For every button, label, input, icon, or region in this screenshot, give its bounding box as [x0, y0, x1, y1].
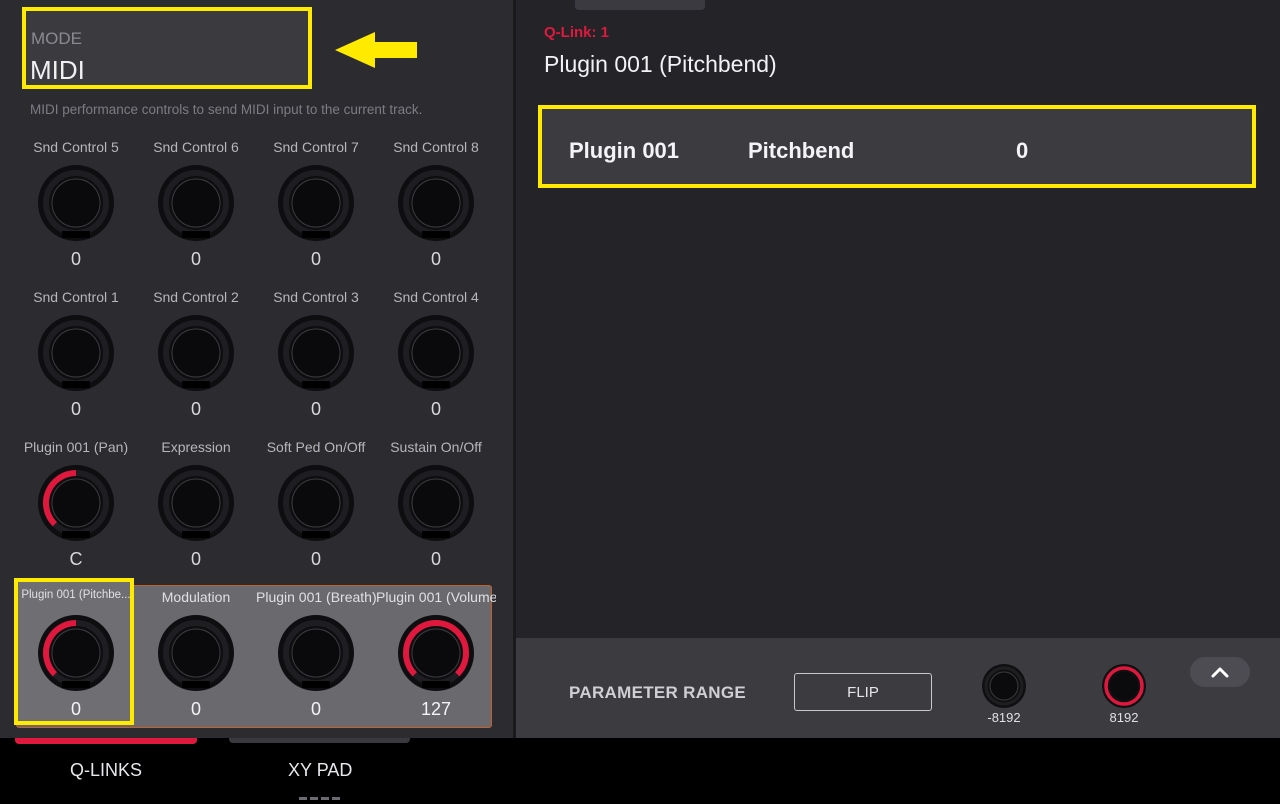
knob-value: C	[69, 549, 83, 569]
knob-dial[interactable]	[396, 613, 476, 693]
knob-5[interactable]: Snd Control 1 0	[16, 289, 136, 439]
knob-3[interactable]: Snd Control 7 0	[256, 139, 376, 289]
knob-6[interactable]: Snd Control 2 0	[136, 289, 256, 439]
knob-value: 0	[310, 699, 321, 719]
knob-dial[interactable]	[276, 163, 356, 243]
flip-button[interactable]: FLIP	[794, 673, 932, 711]
qlink-title: Plugin 001 (Pitchbend)	[544, 51, 777, 77]
qlink-number: Q-Link: 1	[544, 24, 610, 41]
knob-dial[interactable]	[396, 463, 476, 543]
chevron-up-icon	[1211, 667, 1229, 678]
knob-dial[interactable]	[36, 313, 116, 393]
knob-label: Snd Control 8	[393, 139, 479, 155]
knob-dial[interactable]	[156, 463, 236, 543]
knob-value: 0	[310, 249, 321, 269]
knob-label: Expression	[161, 439, 231, 455]
knob-value: 0	[70, 699, 81, 719]
knob-value: 0	[190, 549, 201, 569]
knob-15[interactable]: Plugin 001 (Breath) 0	[256, 589, 376, 739]
arrow-left-icon	[335, 32, 417, 68]
knob-value: 0	[70, 399, 81, 419]
knob-value: 0	[430, 549, 441, 569]
knob-label: Sustain On/Off	[390, 439, 482, 455]
knob-4[interactable]: Snd Control 8 0	[376, 139, 496, 289]
knob-dial[interactable]	[36, 163, 116, 243]
range-min-knob[interactable]	[980, 662, 1028, 710]
knob-dial[interactable]	[156, 313, 236, 393]
knob-dial[interactable]	[396, 313, 476, 393]
knob-value: 127	[420, 699, 452, 719]
knob-9[interactable]: Plugin 001 (Pan) C	[16, 439, 136, 589]
knob-dial[interactable]	[36, 613, 116, 693]
knob-label: Modulation	[161, 589, 231, 605]
knob-7[interactable]: Snd Control 3 0	[256, 289, 376, 439]
knob-label: Snd Control 5	[33, 139, 119, 155]
knob-value: 0	[430, 249, 441, 269]
knob-dial[interactable]	[36, 463, 116, 543]
knob-16[interactable]: Plugin 001 (Volume) 127	[376, 589, 496, 739]
knob-12[interactable]: Sustain On/Off 0	[376, 439, 496, 589]
tab-xy-pad[interactable]: XY PAD	[288, 760, 352, 781]
knob-2[interactable]: Snd Control 6 0	[136, 139, 256, 289]
knob-label: Snd Control 1	[33, 289, 119, 305]
knob-14[interactable]: Modulation 0	[136, 589, 256, 739]
knob-label: Plugin 001 (Volume)	[376, 589, 496, 605]
knob-value: 0	[310, 399, 321, 419]
knob-10[interactable]: Expression 0	[136, 439, 256, 589]
tab-qlinks[interactable]: Q-LINKS	[70, 760, 142, 781]
knob-label: Soft Ped On/Off	[266, 439, 366, 455]
knob-value: 0	[190, 699, 201, 719]
panel-divider	[513, 0, 516, 738]
knob-label: Snd Control 2	[153, 289, 239, 305]
knob-dial[interactable]	[276, 613, 356, 693]
tab-qlinks-indicator	[15, 738, 197, 744]
knob-label: Snd Control 7	[273, 139, 359, 155]
knob-value: 0	[190, 399, 201, 419]
knob-dial[interactable]	[156, 613, 236, 693]
parameter-range-label: PARAMETER RANGE	[569, 683, 747, 702]
mode-label: MODE	[31, 29, 82, 48]
top-tab-handle[interactable]	[575, 0, 705, 10]
range-max-value: 8192	[1109, 710, 1139, 725]
knob-dial[interactable]	[276, 313, 356, 393]
knob-dial[interactable]	[276, 463, 356, 543]
collapse-button[interactable]	[1190, 657, 1250, 687]
mode-description: MIDI performance controls to send MIDI i…	[30, 102, 423, 117]
knob-value: 0	[430, 399, 441, 419]
mode-value: MIDI	[30, 55, 85, 85]
knob-dial[interactable]	[156, 163, 236, 243]
knob-value: 0	[310, 549, 321, 569]
knob-label: Snd Control 6	[153, 139, 239, 155]
range-max-knob[interactable]	[1100, 662, 1148, 710]
parameter-row[interactable]: Plugin 001 Pitchbend 0	[538, 105, 1256, 188]
mode-selector[interactable]: MODE MIDI	[22, 7, 312, 89]
knob-1[interactable]: Snd Control 5 0	[16, 139, 136, 289]
parameter-value: 0	[1016, 138, 1029, 163]
parameter-name: Pitchbend	[748, 138, 855, 163]
bottom-tab-bar	[0, 738, 1280, 800]
knob-11[interactable]: Soft Ped On/Off 0	[256, 439, 376, 589]
knob-label: Plugin 001 (Breath)	[256, 589, 376, 605]
knob-value: 0	[190, 249, 201, 269]
parameter-plugin: Plugin 001	[569, 138, 680, 163]
tab-xypad-indicator	[229, 738, 410, 743]
knob-label: Snd Control 4	[393, 289, 479, 305]
knob-label: Snd Control 3	[273, 289, 359, 305]
knob-8[interactable]: Snd Control 4 0	[376, 289, 496, 439]
knob-value: 0	[70, 249, 81, 269]
knob-label: Plugin 001 (Pitchbe...	[21, 589, 131, 601]
page-dots	[299, 785, 343, 804]
range-min-value: -8192	[987, 710, 1021, 725]
knob-label: Plugin 001 (Pan)	[23, 439, 129, 455]
knob-dial[interactable]	[396, 163, 476, 243]
knob-13[interactable]: Plugin 001 (Pitchbe... 0	[16, 589, 136, 739]
